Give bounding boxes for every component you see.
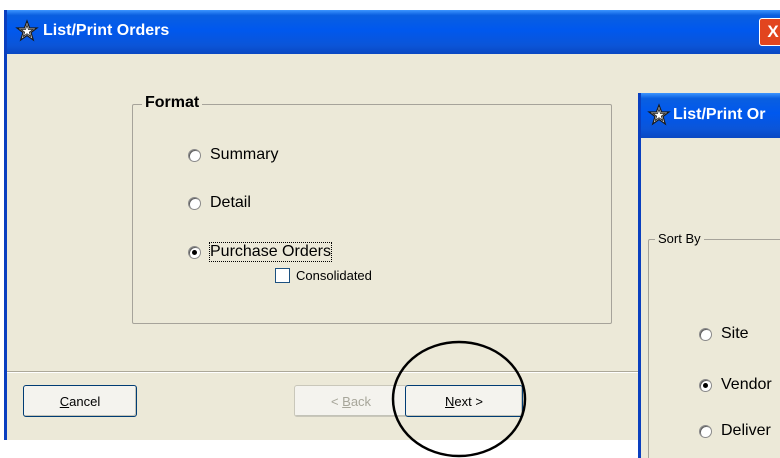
main-title-bar[interactable]: List/Print Orders X <box>7 10 780 54</box>
main-window-title: List/Print Orders <box>43 22 170 39</box>
consolidated-checkbox-box[interactable] <box>275 268 290 283</box>
radio-deliver[interactable]: Deliver <box>699 422 771 440</box>
consolidated-label: Consolidated <box>296 268 372 283</box>
second-dialog-window: List/Print Or Sort By Site Vendor Delive… <box>638 93 780 458</box>
close-icon: X <box>767 22 779 41</box>
radio-purchase-orders-label: Purchase Orders <box>209 242 332 262</box>
radio-summary-button[interactable] <box>188 148 201 162</box>
next-label: Next > <box>445 393 483 409</box>
radio-summary[interactable]: Summary <box>188 146 278 164</box>
close-button[interactable]: X <box>759 18 780 46</box>
radio-summary-label: Summary <box>210 146 279 163</box>
consolidated-checkbox[interactable]: Consolidated <box>275 268 372 283</box>
sort-by-legend: Sort By <box>655 231 704 246</box>
app-star-icon <box>647 103 671 126</box>
radio-vendor-label: Vendor <box>721 376 772 393</box>
second-window-title: List/Print Or <box>673 106 766 123</box>
radio-detail-label: Detail <box>210 194 251 211</box>
radio-purchase-orders-button[interactable] <box>188 245 201 259</box>
second-title-bar[interactable]: List/Print Or <box>641 93 780 138</box>
radio-detail[interactable]: Detail <box>188 194 251 212</box>
format-groupbox: Format <box>132 94 612 324</box>
radio-deliver-button[interactable] <box>699 424 712 438</box>
radio-detail-button[interactable] <box>188 196 201 210</box>
radio-site-button[interactable] <box>699 327 712 341</box>
radio-purchase-orders[interactable]: Purchase Orders <box>188 242 332 262</box>
back-label: < Back <box>330 393 372 409</box>
app-star-icon <box>15 19 39 42</box>
radio-vendor[interactable]: Vendor <box>699 376 772 394</box>
radio-vendor-button[interactable] <box>699 378 712 392</box>
radio-site-label: Site <box>721 325 749 342</box>
back-button[interactable]: < Back <box>294 385 408 417</box>
next-button[interactable]: Next > <box>405 385 523 417</box>
radio-deliver-label: Deliver <box>721 422 771 439</box>
cancel-button[interactable]: Cancel <box>23 385 137 417</box>
radio-site[interactable]: Site <box>699 325 749 343</box>
format-legend: Format <box>142 94 203 112</box>
cancel-label: Cancel <box>59 393 101 409</box>
